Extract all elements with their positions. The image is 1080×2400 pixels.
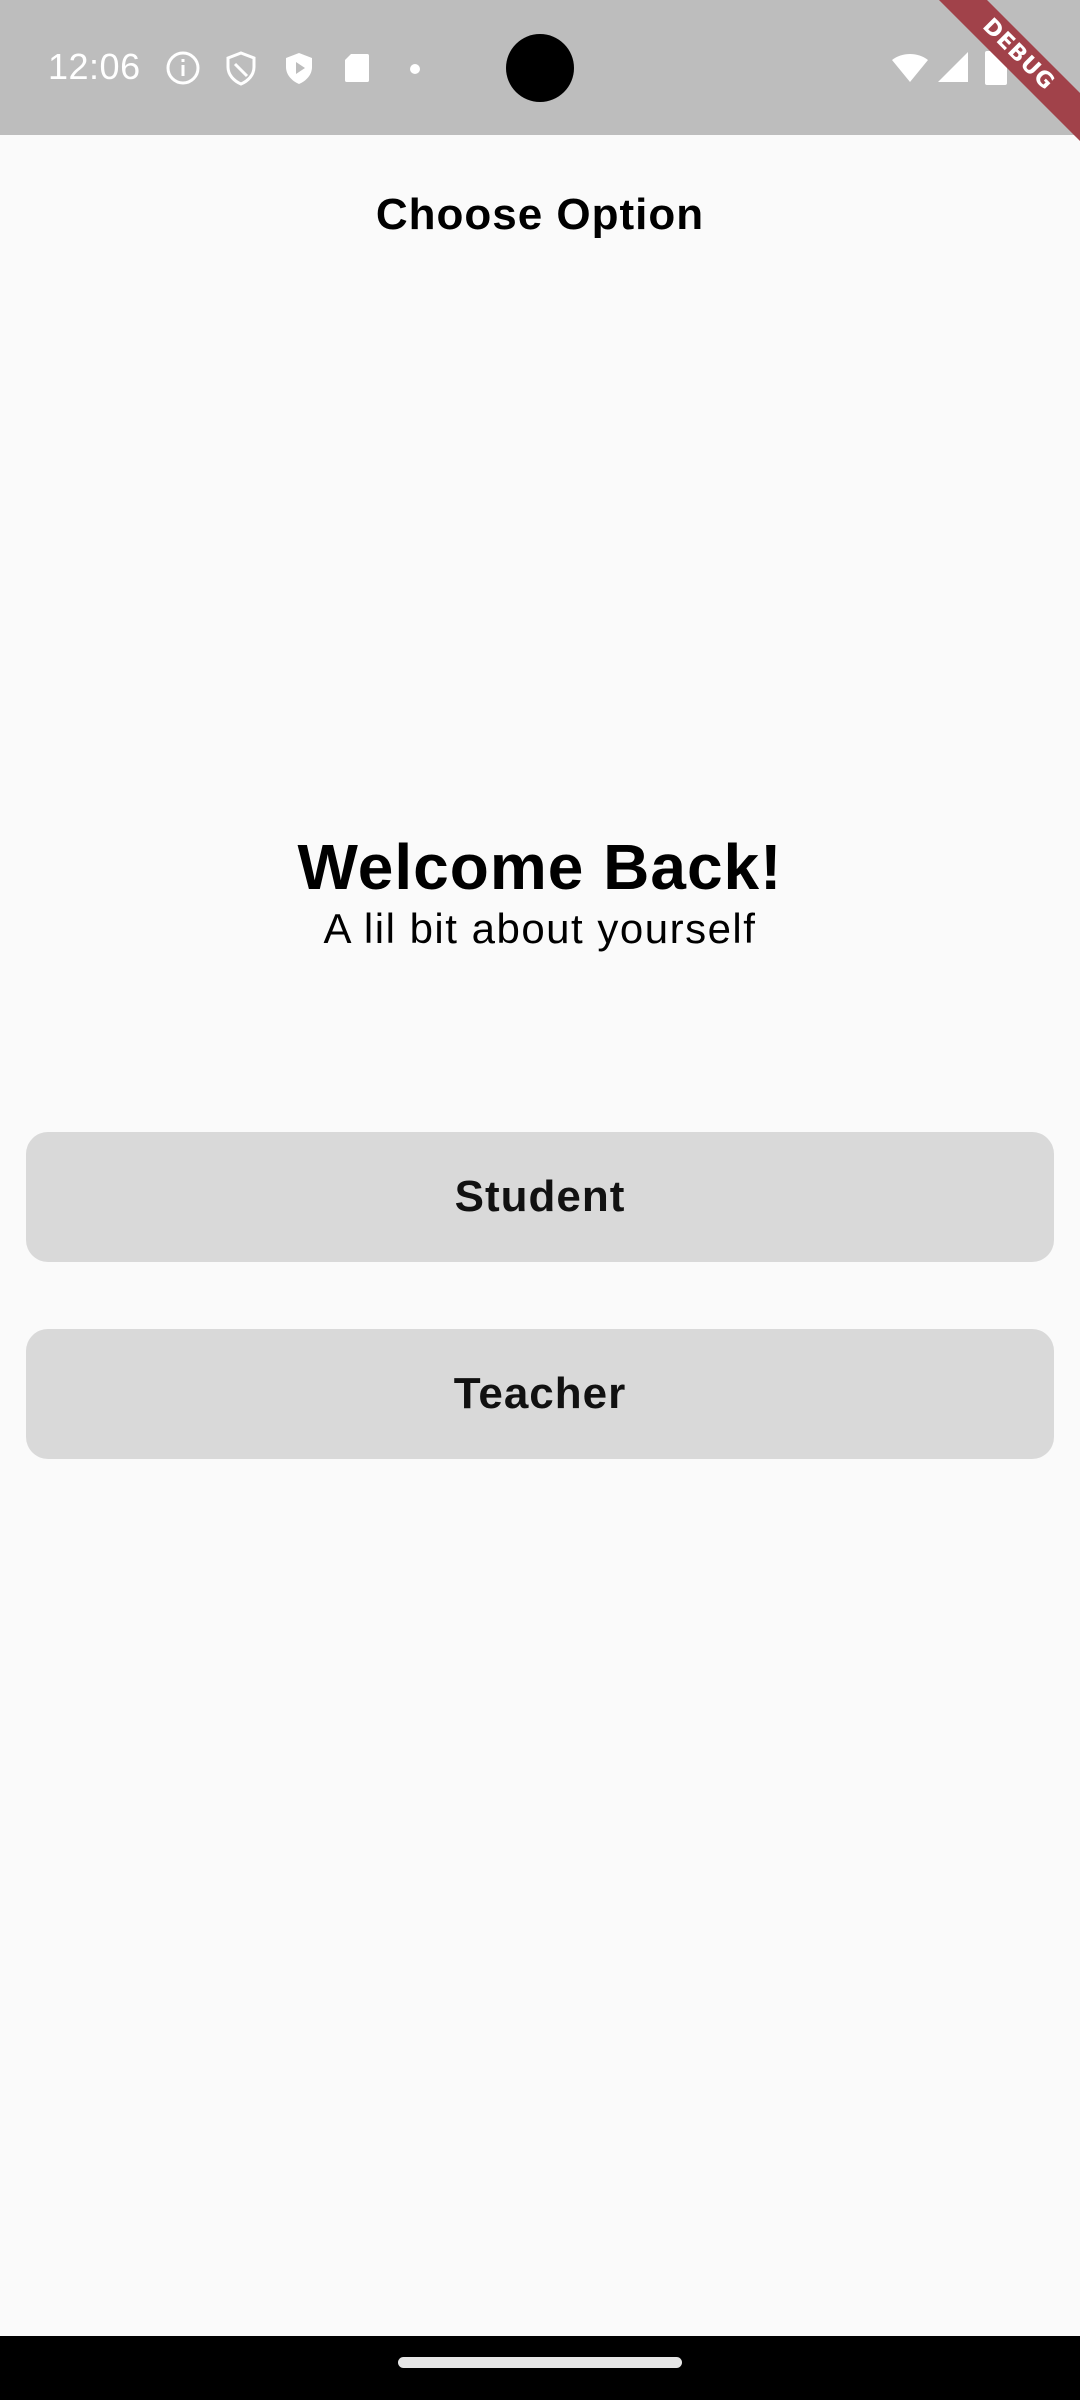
- teacher-button[interactable]: Teacher: [26, 1329, 1054, 1459]
- navigation-bar: [0, 2336, 1080, 2400]
- debug-banner: DEBUG: [930, 0, 1080, 150]
- page-title: Choose Option: [375, 190, 705, 239]
- welcome-title: Welcome Back!: [297, 831, 783, 903]
- wifi-icon: [892, 54, 928, 82]
- sd-card-icon: [345, 54, 369, 82]
- dot-icon: [410, 64, 420, 74]
- welcome-subtitle: A lil bit about yourself: [323, 905, 757, 952]
- camera-cutout: [506, 34, 574, 102]
- home-indicator[interactable]: [398, 2357, 682, 2368]
- status-time: 12:06: [48, 46, 141, 87]
- play-protect-icon: [286, 53, 312, 84]
- info-icon: [166, 51, 200, 85]
- student-button[interactable]: Student: [26, 1132, 1054, 1262]
- status-bar: 12:06: [0, 0, 1080, 135]
- debug-ribbon-label: DEBUG: [930, 0, 1080, 150]
- shield-icon: [226, 51, 256, 86]
